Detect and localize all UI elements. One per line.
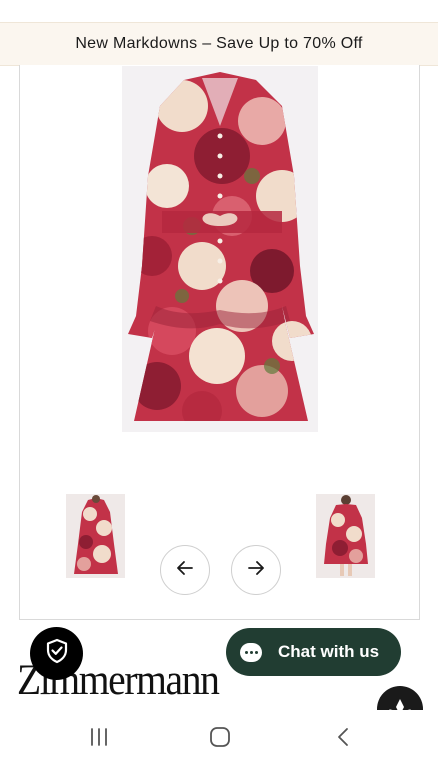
shield-check-icon bbox=[45, 638, 69, 669]
product-main-image[interactable] bbox=[122, 66, 318, 432]
status-strip bbox=[0, 0, 438, 22]
next-image-button[interactable] bbox=[231, 545, 281, 595]
product-thumbnail-1[interactable] bbox=[66, 494, 125, 578]
product-thumbnail-2[interactable] bbox=[316, 494, 375, 578]
back-button[interactable] bbox=[330, 726, 356, 752]
previous-image-button[interactable] bbox=[160, 545, 210, 595]
promo-banner-text: New Markdowns – Save Up to 70% Off bbox=[75, 35, 363, 52]
system-navigation-bar bbox=[0, 710, 438, 768]
thumbnail-dress-image bbox=[66, 494, 125, 578]
chat-with-us-button[interactable]: Chat with us bbox=[226, 628, 401, 676]
promo-banner[interactable]: New Markdowns – Save Up to 70% Off bbox=[0, 22, 438, 66]
home-icon bbox=[209, 726, 231, 753]
back-icon bbox=[336, 726, 350, 753]
recents-button[interactable] bbox=[86, 726, 112, 752]
recents-icon bbox=[88, 727, 110, 752]
chat-bubble-icon bbox=[240, 642, 262, 662]
arrow-right-icon bbox=[246, 558, 266, 583]
arrow-left-icon bbox=[175, 558, 195, 583]
thumbnail-dress-image bbox=[316, 494, 375, 578]
trust-badge-button[interactable] bbox=[30, 627, 83, 680]
chat-button-label: Chat with us bbox=[278, 642, 380, 661]
home-button[interactable] bbox=[207, 726, 233, 752]
dress-illustration bbox=[122, 66, 318, 432]
